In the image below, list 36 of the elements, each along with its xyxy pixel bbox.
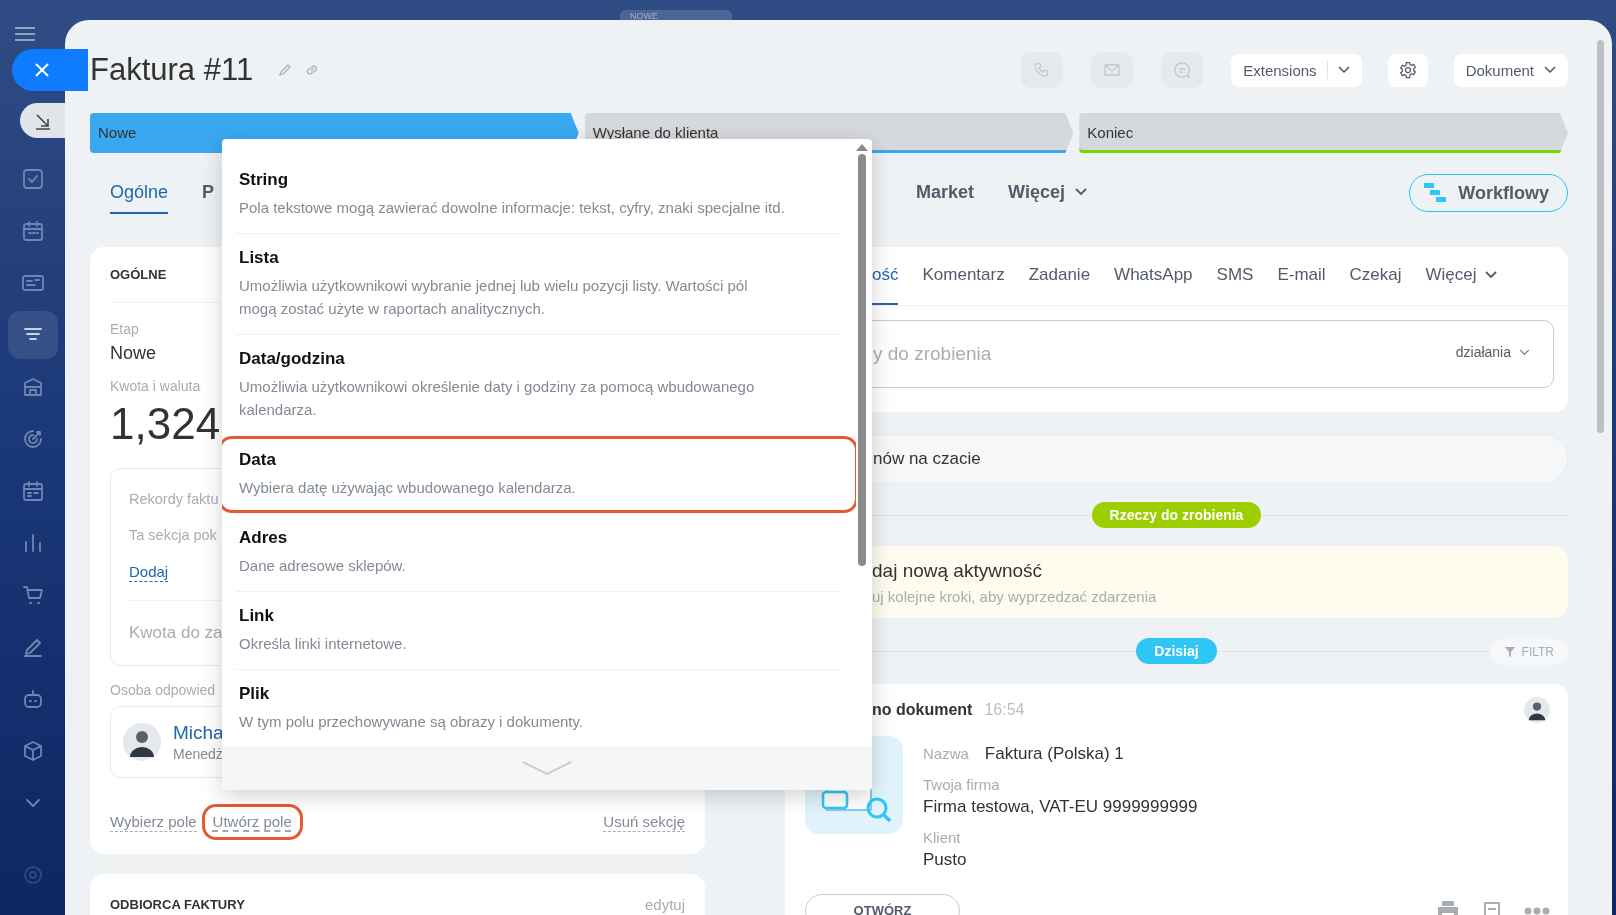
section-heading: ODBIORCA FAKTURY xyxy=(110,896,246,912)
option-description: W tym polu przechowywane są obrazy i dokumenty. xyxy=(239,712,585,732)
field-label: Nazwa xyxy=(923,745,969,762)
field-label: Twoja firma xyxy=(923,776,1001,793)
option-title: Adres xyxy=(239,528,289,548)
new-activity-subtitle: uj kolejne kroki, aby wyprzedzać zdarzenia xyxy=(872,587,1158,605)
field-value: Firma testowa, VAT-EU 9999999999 xyxy=(923,797,1198,817)
option-title: String xyxy=(239,170,290,190)
option-title: Plik xyxy=(239,684,271,704)
option-title: Data/godzina xyxy=(239,349,346,369)
option-title: Lista xyxy=(239,248,280,268)
records-title: Rekordy faktu xyxy=(129,491,219,507)
field-label: Kwota i waluta xyxy=(110,378,201,394)
option-description: Wybiera datę używając wbudowanego kalendarza. xyxy=(239,478,577,498)
option-title: Link xyxy=(239,606,275,626)
option-title: Data xyxy=(239,450,277,470)
option-description: Określa linki internetowe. xyxy=(239,634,408,654)
field-value: Faktura (Polska) 1 xyxy=(984,744,1124,764)
person-role: Menedż xyxy=(173,746,224,762)
today-badge: Dzisiaj xyxy=(1136,638,1217,664)
field-label: Osoba odpowied xyxy=(110,682,216,698)
field-label: Etap xyxy=(110,321,139,337)
records-amount-label: Kwota do za xyxy=(129,623,223,643)
new-activity-title: daj nową aktywność xyxy=(872,559,1044,582)
amount-value: 1,324 xyxy=(110,398,221,450)
field-label: Klient xyxy=(923,829,962,846)
todo-badge: Rzeczy do zrobienia xyxy=(1091,502,1262,528)
option-description: Pola tekstowe mogą zawierać dowolne informacje: tekst, cyfry, znaki specjalne itd. xyxy=(239,198,786,218)
document-time: 16:54 xyxy=(984,701,1025,719)
invoice-title: Faktura #11 xyxy=(90,51,254,89)
document-title: no dokument xyxy=(872,701,973,719)
field-value: Pusto xyxy=(923,850,968,870)
records-text: Ta sekcja pok xyxy=(129,527,217,543)
option-description: Umożliwia użytkownikowi określenie daty i godziny za pomocą wbudowanego kalendarza. xyxy=(239,377,756,420)
field-value: Nowe xyxy=(110,343,157,364)
option-description: Dane adresowe sklepów. xyxy=(239,556,407,576)
